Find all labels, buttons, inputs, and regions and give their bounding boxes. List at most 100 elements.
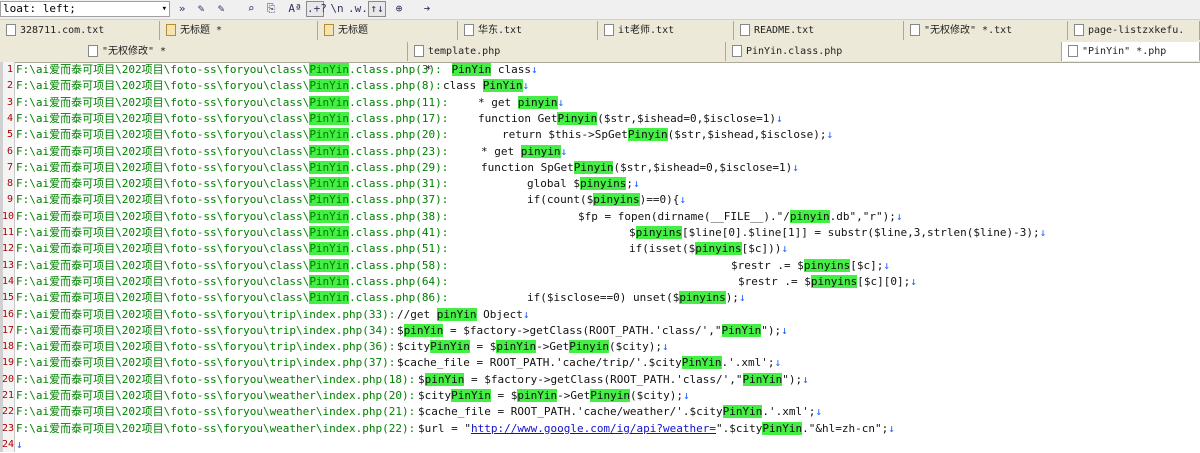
result-path[interactable]: ↓	[16, 437, 23, 453]
tab-label: 华东.txt	[478, 25, 523, 36]
result-path[interactable]: F:\ai爱而泰可项目\202项目\foto-ss\foryou\weather…	[16, 421, 415, 437]
match-highlight: pinyin	[789, 209, 830, 223]
file-icon	[414, 45, 424, 57]
search-input[interactable]: loat: left; ▾	[0, 1, 170, 17]
eol-marker: ↓	[557, 95, 565, 109]
file-tab[interactable]: README.txt	[734, 21, 904, 40]
result-path[interactable]: F:\ai爱而泰可项目\202项目\foto-ss\foryou\class\P…	[16, 290, 448, 306]
result-path[interactable]: F:\ai爱而泰可项目\202项目\foto-ss\foryou\class\P…	[16, 192, 448, 208]
line-number: 16	[2, 308, 15, 320]
file-tab[interactable]: 无标题	[318, 21, 458, 40]
result-path[interactable]: F:\ai爱而泰可项目\202项目\foto-ss\foryou\class\P…	[16, 111, 448, 127]
code-line: 7 F:\ai爱而泰可项目\202项目\foto-ss\foryou\class\…	[0, 160, 1200, 176]
eol-marker: ↓	[531, 63, 538, 76]
replace-button[interactable]: ⎘	[264, 1, 278, 17]
document-tab[interactable]: "PinYin" *.php	[1062, 42, 1200, 61]
tab-label: 无标题	[338, 25, 368, 36]
code-line: 10 F:\ai爱而泰可项目\202项目\foto-ss\foryou\class…	[0, 209, 1200, 225]
file-icon	[88, 45, 98, 57]
eol-marker: ↓	[815, 405, 822, 419]
result-path[interactable]: F:\ai爱而泰可项目\202项目\foto-ss\foryou\class\P…	[16, 78, 442, 94]
code-text: $cache_file = ROOT_PATH.'cache/weather/'…	[418, 405, 822, 419]
result-path[interactable]: F:\ai爱而泰可项目\202项目\foto-ss\foryou\class\P…	[16, 176, 448, 192]
go-button[interactable]: ➔	[420, 1, 434, 17]
result-path[interactable]: F:\ai爱而泰可项目\202项目\foto-ss\foryou\class\P…	[16, 62, 442, 78]
line-number: 6	[6, 145, 13, 157]
match-highlight: PinYin	[309, 193, 350, 207]
result-path[interactable]: F:\ai爱而泰可项目\202项目\foto-ss\foryou\class\P…	[16, 274, 448, 290]
eol-marker: ↓	[632, 177, 640, 191]
match-highlight: Pinyin	[573, 160, 614, 174]
match-highlight: pinyins	[695, 242, 742, 256]
chevron-down-icon[interactable]: ▾	[162, 2, 167, 16]
wrap-button[interactable]: ↑↓	[368, 1, 386, 17]
file-tab[interactable]: 328711.com.txt	[0, 21, 160, 40]
newline-button[interactable]: \n	[330, 1, 344, 17]
result-path[interactable]: F:\ai爱而泰可项目\202项目\foto-ss\foryou\trip\in…	[16, 323, 395, 339]
tab-label: template.php	[428, 46, 501, 57]
match-highlight: PinYin	[309, 274, 350, 288]
editor-pane[interactable]: 1 F:\ai爱而泰可项目\202项目\foto-ss\foryou\class\…	[0, 62, 1200, 452]
line-number: 17	[2, 324, 15, 336]
code-line: 14 F:\ai爱而泰可项目\202项目\foto-ss\foryou\class…	[0, 274, 1200, 290]
match-highlight: PinYin	[309, 63, 350, 76]
match-highlight: PinYin	[721, 323, 762, 337]
result-path[interactable]: F:\ai爱而泰可项目\202项目\foto-ss\foryou\class\P…	[16, 258, 448, 274]
result-path[interactable]: F:\ai爱而泰可项目\202项目\foto-ss\foryou\weather…	[16, 372, 415, 388]
result-path[interactable]: F:\ai爱而泰可项目\202项目\foto-ss\foryou\class\P…	[16, 95, 448, 111]
file-icon	[464, 24, 474, 36]
file-icon	[740, 24, 750, 36]
code-text: class PinYin↓	[443, 79, 530, 93]
tab-label: page-listzxkefu.	[1088, 25, 1185, 36]
find-next-button[interactable]: »	[177, 1, 187, 17]
line-number: 22	[2, 406, 15, 418]
result-path[interactable]: F:\ai爱而泰可项目\202项目\foto-ss\foryou\trip\in…	[16, 355, 395, 371]
match-highlight: pinYin	[496, 340, 537, 354]
find-all-button[interactable]: ✎	[214, 1, 228, 17]
result-path[interactable]: F:\ai爱而泰可项目\202项目\foto-ss\foryou\weather…	[16, 388, 415, 404]
match-highlight: PinYin	[742, 372, 783, 386]
url-link[interactable]: http://www.google.com/ig/api?weather=	[471, 422, 716, 435]
result-path[interactable]: F:\ai爱而泰可项目\202项目\foto-ss\foryou\class\P…	[16, 127, 448, 143]
search-button[interactable]: ⌕	[244, 1, 258, 17]
document-tab[interactable]: PinYin.class.php	[726, 42, 1062, 61]
eol-marker: ↓	[1039, 226, 1047, 239]
result-path[interactable]: F:\ai爱而泰可项目\202项目\foto-ss\foryou\class\P…	[16, 225, 448, 241]
file-tab[interactable]: "无权修改" *.txt	[904, 21, 1068, 40]
file-tab[interactable]: it老师.txt	[598, 21, 734, 40]
match-highlight: PinYin	[309, 242, 350, 256]
highlight-button[interactable]: ⊕	[392, 1, 406, 17]
result-path[interactable]: F:\ai爱而泰可项目\202项目\foto-ss\foryou\trip\in…	[16, 339, 395, 355]
code-line: 6 F:\ai爱而泰可项目\202项目\foto-ss\foryou\class\…	[0, 144, 1200, 160]
result-path[interactable]: F:\ai爱而泰可项目\202项目\foto-ss\foryou\class\P…	[16, 241, 448, 257]
code-line: 4 F:\ai爱而泰可项目\202项目\foto-ss\foryou\class\…	[0, 111, 1200, 127]
code-text: $cityPinYin = $pinYin->GetPinyin($city);…	[418, 389, 690, 402]
code-text: $fp = fopen(dirname(__FILE__)."/pinyin.d…	[578, 209, 903, 223]
result-path[interactable]: F:\ai爱而泰可项目\202项目\foto-ss\foryou\weather…	[16, 404, 415, 420]
match-highlight: PinYin	[309, 291, 350, 305]
document-tab[interactable]: "无权修改" *	[82, 42, 408, 61]
result-path[interactable]: F:\ai爱而泰可项目\202项目\foto-ss\foryou\trip\in…	[16, 307, 395, 323]
tab-label: 无标题 *	[180, 25, 223, 36]
whole-word-button[interactable]: .w.	[348, 1, 368, 17]
match-highlight: pinyins	[803, 258, 851, 272]
find-prev-button[interactable]: ✎	[194, 1, 208, 17]
file-tab[interactable]: 华东.txt	[458, 21, 598, 40]
match-case-button[interactable]: Aª	[286, 1, 304, 17]
document-tab[interactable]: template.php	[408, 42, 726, 61]
file-tab[interactable]: page-listzxkefu.	[1068, 21, 1200, 40]
code-text: $pinYin = $factory->getClass(ROOT_PATH.'…	[397, 323, 788, 337]
match-highlight: PinYin	[309, 258, 350, 272]
eol-marker: ↓	[682, 389, 690, 402]
result-path[interactable]: F:\ai爱而泰可项目\202项目\foto-ss\foryou\class\P…	[16, 160, 448, 176]
file-icon	[732, 45, 742, 57]
match-highlight: Pinyin	[590, 389, 630, 402]
match-highlight: PinYin	[762, 421, 803, 435]
code-text: function SpGetPinyin($str,$ishead=0,$isc…	[481, 160, 799, 174]
result-path[interactable]: F:\ai爱而泰可项目\202项目\foto-ss\foryou\class\P…	[16, 209, 448, 225]
tab-label: "PinYin" *.php	[1082, 46, 1167, 57]
code-line: 16 F:\ai爱而泰可项目\202项目\foto-ss\foryou\trip\…	[0, 307, 1200, 323]
file-tab[interactable]: 无标题 *	[160, 21, 318, 40]
regex-button[interactable]: .+?	[306, 1, 327, 17]
result-path[interactable]: F:\ai爱而泰可项目\202项目\foto-ss\foryou\class\P…	[16, 144, 448, 160]
